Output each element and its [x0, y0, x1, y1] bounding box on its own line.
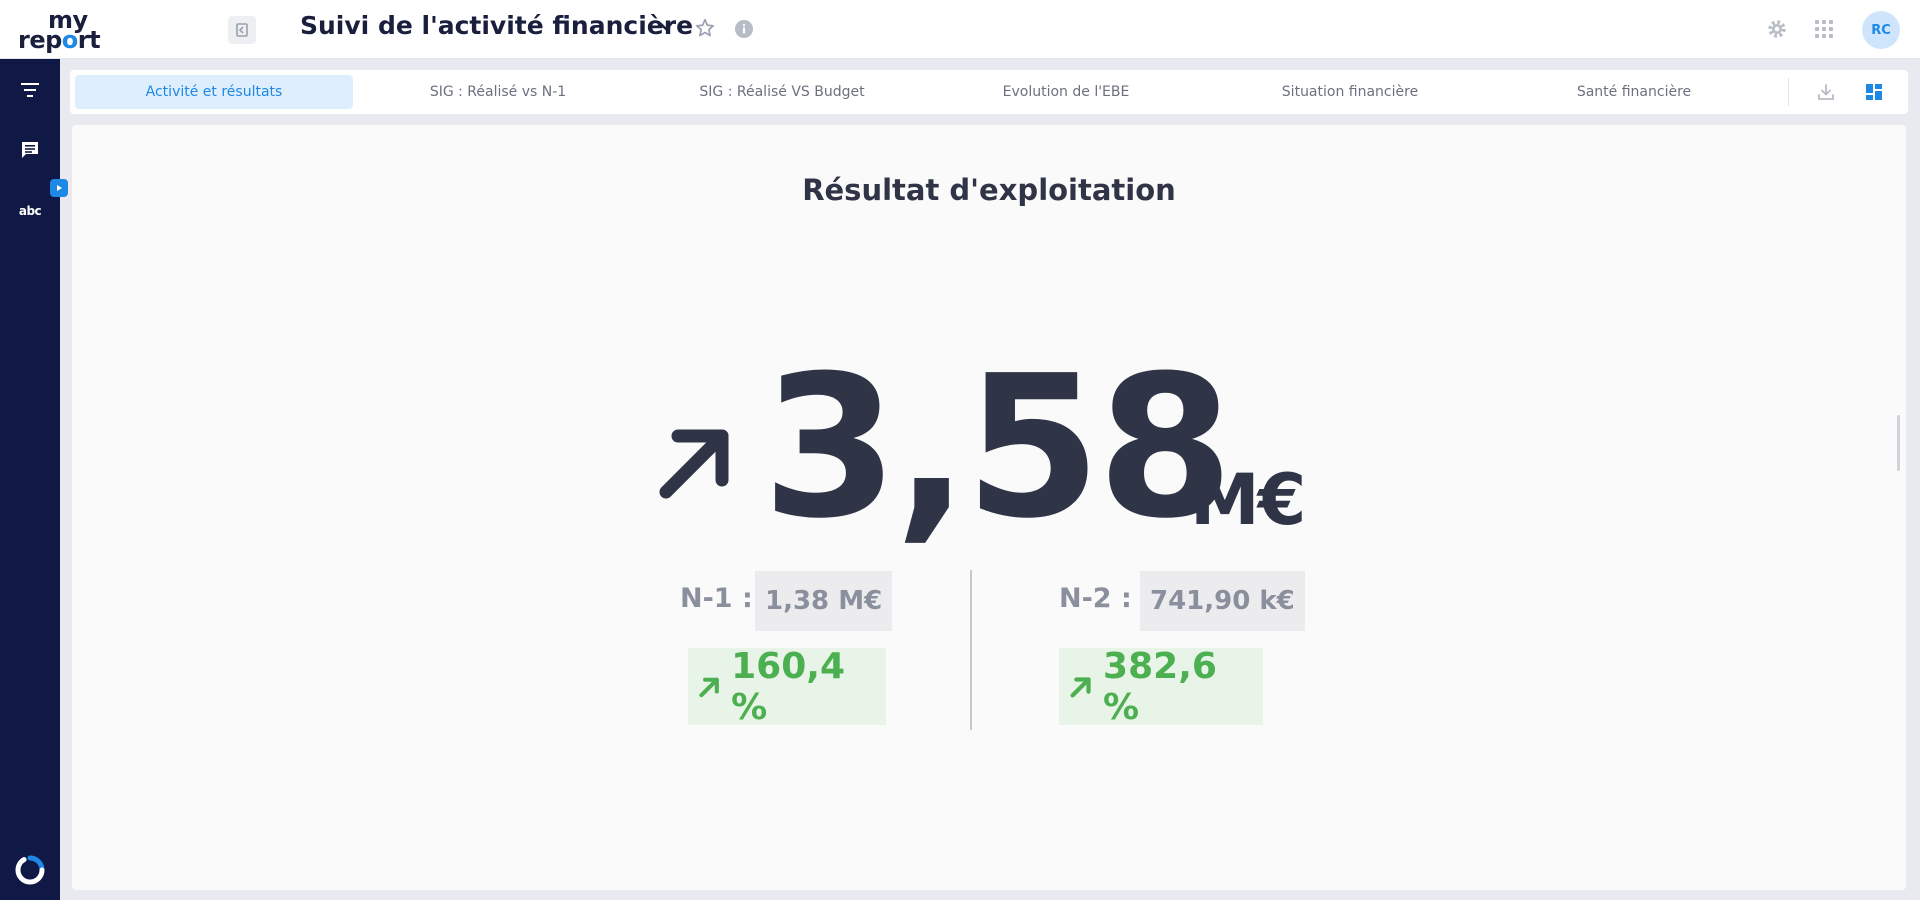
comment-icon [22, 142, 38, 158]
tab-separator [1788, 78, 1789, 106]
user-avatar[interactable]: RC [1862, 11, 1900, 49]
page-title: Suivi de l'activité financière [300, 11, 694, 40]
tab-sig-realise-vs-budget[interactable]: SIG : Réalisé VS Budget [643, 75, 921, 109]
brand-ring-icon [15, 855, 45, 885]
dashboard-tabs: Activité et résultats SIG : Réalisé vs N… [70, 70, 1908, 114]
filter-icon [21, 83, 39, 97]
play-icon [57, 185, 62, 191]
kpi-unit: M€ [1190, 459, 1306, 541]
comparison-n1-value: 1,38 M€ [755, 571, 893, 631]
chevron-down-icon[interactable] [657, 17, 675, 35]
tab-sig-realise-vs-n1[interactable]: SIG : Réalisé vs N-1 [359, 75, 637, 109]
tab-sante-financiere[interactable]: Santé financière [1495, 75, 1773, 109]
myreport-logo[interactable]: my report [18, 6, 128, 54]
scrollbar-thumb[interactable] [1897, 415, 1900, 471]
trend-up-arrow-icon [1070, 676, 1091, 698]
comparison-n2-value: 741,90 k€ [1140, 571, 1305, 631]
trend-up-arrow-icon [699, 677, 719, 697]
info-icon[interactable] [734, 19, 754, 39]
comparison-divider [970, 570, 972, 730]
trend-up-arrow-icon [659, 429, 729, 499]
download-icon[interactable] [1816, 82, 1836, 102]
abc-text-icon: abc [18, 204, 42, 218]
widget-title: Résultat d'exploitation [802, 173, 1176, 207]
favorite-star-icon[interactable] [694, 17, 716, 39]
kpi-widget-card: Résultat d'exploitation 3,58 M€ N-1 : 1,… [72, 125, 1906, 890]
left-rail: abc [0, 59, 68, 900]
comments-button[interactable] [18, 138, 42, 162]
comparison-n2-label: N-2 : [1059, 583, 1132, 614]
growth-n1-value: 160,4 % [731, 645, 845, 728]
kpi-main-value: 3,58 [762, 334, 1234, 562]
logo-text-report: report [18, 26, 101, 54]
growth-n2-value: 382,6 % [1103, 645, 1217, 728]
growth-n1-badge: 160,4 % [688, 645, 886, 728]
expand-panel-badge[interactable] [50, 179, 68, 197]
comparison-n1-label: N-1 : [680, 583, 753, 614]
top-bar: my report Suivi de l'activité financière… [0, 0, 1920, 59]
collapse-panel-icon [236, 23, 248, 37]
dashboard-layout-icon[interactable] [1864, 82, 1884, 102]
tab-activite-resultats[interactable]: Activité et résultats [75, 75, 353, 109]
tab-situation-financiere[interactable]: Situation financière [1211, 75, 1489, 109]
collapse-panel-button[interactable] [228, 16, 256, 44]
tab-evolution-ebe[interactable]: Evolution de l'EBE [927, 75, 1205, 109]
apps-grid-icon[interactable] [1814, 19, 1834, 39]
growth-n2-badge: 382,6 % [1059, 645, 1263, 728]
settings-icon[interactable] [1766, 18, 1788, 40]
filter-button[interactable] [18, 78, 42, 102]
text-button[interactable]: abc [18, 199, 42, 223]
